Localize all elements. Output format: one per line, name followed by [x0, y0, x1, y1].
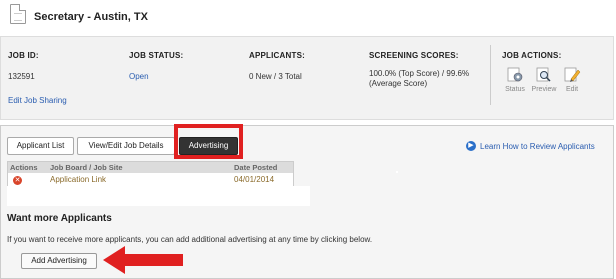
screening-scores-line2: (Average Score) — [369, 79, 428, 88]
edit-job-sharing-link[interactable]: Edit Job Sharing — [8, 96, 67, 105]
tab-applicant-list[interactable]: Applicant List — [7, 137, 74, 155]
document-icon — [10, 4, 26, 24]
job-id-label: JOB ID: — [8, 51, 39, 60]
table-row: ✕ Application Link 04/01/2014 — [8, 173, 293, 186]
job-actions-label: JOB ACTIONS: — [502, 51, 562, 60]
header-actions: Actions — [10, 163, 38, 172]
preview-action-label: Preview — [531, 86, 557, 93]
status-gear-icon — [505, 67, 525, 83]
status-action-button[interactable]: Status — [502, 67, 528, 93]
edit-action-label: Edit — [565, 86, 579, 93]
header-job-board: Job Board / Job Site — [50, 163, 123, 172]
status-action-label: Status — [505, 86, 525, 93]
stray-dot — [396, 171, 398, 173]
delete-icon[interactable]: ✕ — [13, 176, 22, 185]
job-summary-panel: JOB ID: 132591 JOB STATUS: Open APPLICAN… — [0, 36, 614, 120]
applicants-value: 0 New / 3 Total — [249, 72, 302, 81]
screening-scores-line1: 100.0% (Top Score) / 99.6% — [369, 69, 470, 78]
title-bar: Secretary - Austin, TX — [0, 0, 616, 34]
edit-action-button[interactable]: Edit — [559, 67, 585, 93]
advertising-table-header: Actions Job Board / Job Site Date Posted — [8, 162, 293, 173]
help-play-icon: ▶ — [466, 141, 476, 151]
advertising-highlight-box — [174, 124, 243, 159]
job-id-value: 132591 — [8, 72, 35, 81]
learn-review-applicants-link[interactable]: ▶ Learn How to Review Applicants — [466, 141, 595, 151]
preview-action-button[interactable]: Preview — [531, 67, 557, 93]
header-date-posted: Date Posted — [234, 163, 278, 172]
more-applicants-text: If you want to receive more applicants, … — [7, 235, 373, 244]
actions-divider — [490, 45, 491, 105]
row-actions-cell: ✕ — [8, 173, 50, 186]
preview-magnifier-icon — [534, 67, 554, 83]
page-title: Secretary - Austin, TX — [34, 11, 148, 23]
row-job-site: Application Link — [50, 175, 107, 184]
row-date-posted: 04/01/2014 — [234, 175, 275, 184]
applicants-label: APPLICANTS: — [249, 51, 305, 60]
red-arrow-pointer — [103, 246, 183, 274]
job-status-label: JOB STATUS: — [129, 51, 184, 60]
add-advertising-button[interactable]: Add Advertising — [21, 253, 97, 269]
job-status-value[interactable]: Open — [129, 72, 149, 81]
help-link-label: Learn How to Review Applicants — [480, 141, 595, 151]
blank-area — [7, 186, 310, 206]
edit-pencil-icon — [562, 67, 582, 83]
advertising-table: Actions Job Board / Job Site Date Posted… — [7, 161, 294, 187]
tab-view-edit-job-details[interactable]: View/Edit Job Details — [77, 137, 175, 155]
more-applicants-title: Want more Applicants — [7, 213, 112, 224]
screening-scores-label: SCREENING SCORES: — [369, 51, 459, 60]
